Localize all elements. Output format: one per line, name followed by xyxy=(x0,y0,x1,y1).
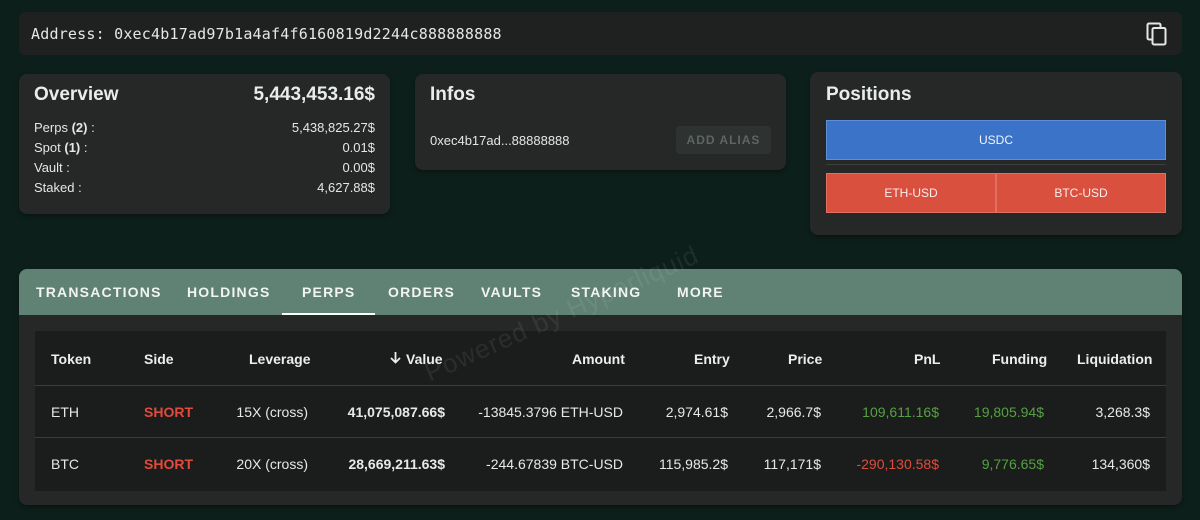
address-bar: Address: 0xec4b17ad97b1a4af4f6160819d224… xyxy=(19,12,1182,55)
cell-entry: 115,985.2$ xyxy=(658,456,728,472)
tab-staking[interactable]: STAKING xyxy=(571,269,641,315)
positions-title: Positions xyxy=(826,84,912,105)
cell-entry: 2,974.61$ xyxy=(665,404,728,420)
cell-leverage: 20X (cross) xyxy=(236,456,308,472)
cell-liquidation: 134,360$ xyxy=(1091,456,1150,472)
overview-card: Overview 5,443,453.16$ Perps (2) : 5,438… xyxy=(19,74,390,214)
cell-amount: -13845.3796 ETH-USD xyxy=(478,404,623,420)
header-token[interactable]: Token xyxy=(51,351,91,367)
header-entry[interactable]: Entry xyxy=(694,351,730,367)
header-side[interactable]: Side xyxy=(144,351,174,367)
position-usdc[interactable]: USDC xyxy=(826,120,1166,160)
positions-divider xyxy=(826,164,1166,165)
table-row[interactable]: BTC SHORT 20X (cross) 28,669,211.63$ -24… xyxy=(35,438,1166,490)
add-alias-button[interactable]: ADD ALIAS xyxy=(676,126,771,154)
cell-liquidation: 3,268.3$ xyxy=(1095,404,1151,420)
cell-pnl: 109,611.16$ xyxy=(862,404,939,420)
tab-transactions[interactable]: TRANSACTIONS xyxy=(36,269,162,315)
cell-token: ETH xyxy=(51,404,79,420)
header-pnl[interactable]: PnL xyxy=(914,351,940,367)
cell-side: SHORT xyxy=(144,404,193,420)
cell-price: 117,171$ xyxy=(763,456,821,472)
tab-orders[interactable]: ORDERS xyxy=(388,269,455,315)
table-header: Token Side Leverage Value Amount Entry P… xyxy=(35,331,1166,386)
infos-card: Infos 0xec4b17ad...88888888 ADD ALIAS xyxy=(415,74,786,170)
header-amount[interactable]: Amount xyxy=(572,351,625,367)
tab-holdings[interactable]: HOLDINGS xyxy=(187,269,271,315)
cell-funding: 19,805.94$ xyxy=(973,404,1044,420)
overview-row-vault: Vault : 0.00$ xyxy=(34,160,375,175)
cell-pnl: -290,130.58$ xyxy=(856,456,939,472)
cell-price: 2,966.7$ xyxy=(766,404,822,420)
header-leverage[interactable]: Leverage xyxy=(249,351,310,367)
position-btc-usd[interactable]: BTC-USD xyxy=(996,173,1166,213)
arrow-down-icon xyxy=(389,351,402,367)
overview-row-perps: Perps (2) : 5,438,825.27$ xyxy=(34,120,375,135)
header-funding[interactable]: Funding xyxy=(992,351,1047,367)
overview-row-staked: Staked : 4,627.88$ xyxy=(34,180,375,195)
cell-value: 41,075,087.66$ xyxy=(347,404,445,420)
table-row[interactable]: ETH SHORT 15X (cross) 41,075,087.66$ -13… xyxy=(35,386,1166,438)
perps-table: Token Side Leverage Value Amount Entry P… xyxy=(35,331,1166,491)
header-price[interactable]: Price xyxy=(788,351,822,367)
cell-leverage: 15X (cross) xyxy=(236,404,308,420)
infos-title: Infos xyxy=(430,84,476,105)
address-text: Address: 0xec4b17ad97b1a4af4f6160819d224… xyxy=(31,24,502,43)
cell-side: SHORT xyxy=(144,456,193,472)
positions-card: Positions USDC ETH-USD BTC-USD xyxy=(810,72,1182,235)
position-eth-usd[interactable]: ETH-USD xyxy=(826,173,996,213)
tab-bar: TRANSACTIONS HOLDINGS PERPS ORDERS VAULT… xyxy=(19,269,1182,315)
overview-row-spot: Spot (1) : 0.01$ xyxy=(34,140,375,155)
main-panel: TRANSACTIONS HOLDINGS PERPS ORDERS VAULT… xyxy=(19,269,1182,505)
overview-total: 5,443,453.16$ xyxy=(253,84,375,105)
cell-funding: 9,776.65$ xyxy=(981,456,1044,472)
header-liquidation[interactable]: Liquidation xyxy=(1077,351,1152,367)
cell-token: BTC xyxy=(51,456,79,472)
overview-title: Overview xyxy=(34,84,119,105)
copy-icon[interactable] xyxy=(1146,22,1168,46)
tab-vaults[interactable]: VAULTS xyxy=(481,269,542,315)
infos-short-address: 0xec4b17ad...88888888 xyxy=(430,132,570,148)
tab-more[interactable]: MORE xyxy=(677,269,724,315)
cell-value: 28,669,211.63$ xyxy=(348,456,445,472)
cell-amount: -244.67839 BTC-USD xyxy=(486,456,623,472)
header-value[interactable]: Value xyxy=(389,351,443,367)
tab-perps[interactable]: PERPS xyxy=(281,269,377,315)
